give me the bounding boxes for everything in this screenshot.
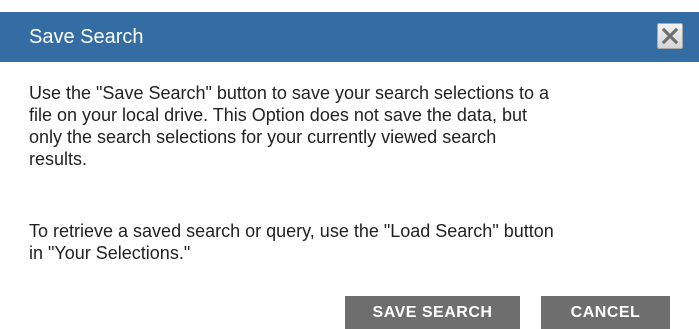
dialog-description: Use the "Save Search" button to save you… [29, 83, 550, 169]
dialog-title: Save Search [29, 26, 144, 48]
save-search-button[interactable]: SAVE SEARCH [345, 296, 520, 329]
save-search-dialog: Save Search Use the "Save Search" button… [0, 0, 699, 329]
dialog-titlebar: Save Search [0, 12, 699, 62]
cancel-button[interactable]: CANCEL [541, 296, 670, 329]
close-button[interactable] [657, 23, 683, 49]
dialog-load-hint: To retrieve a saved search or query, use… [29, 221, 554, 263]
